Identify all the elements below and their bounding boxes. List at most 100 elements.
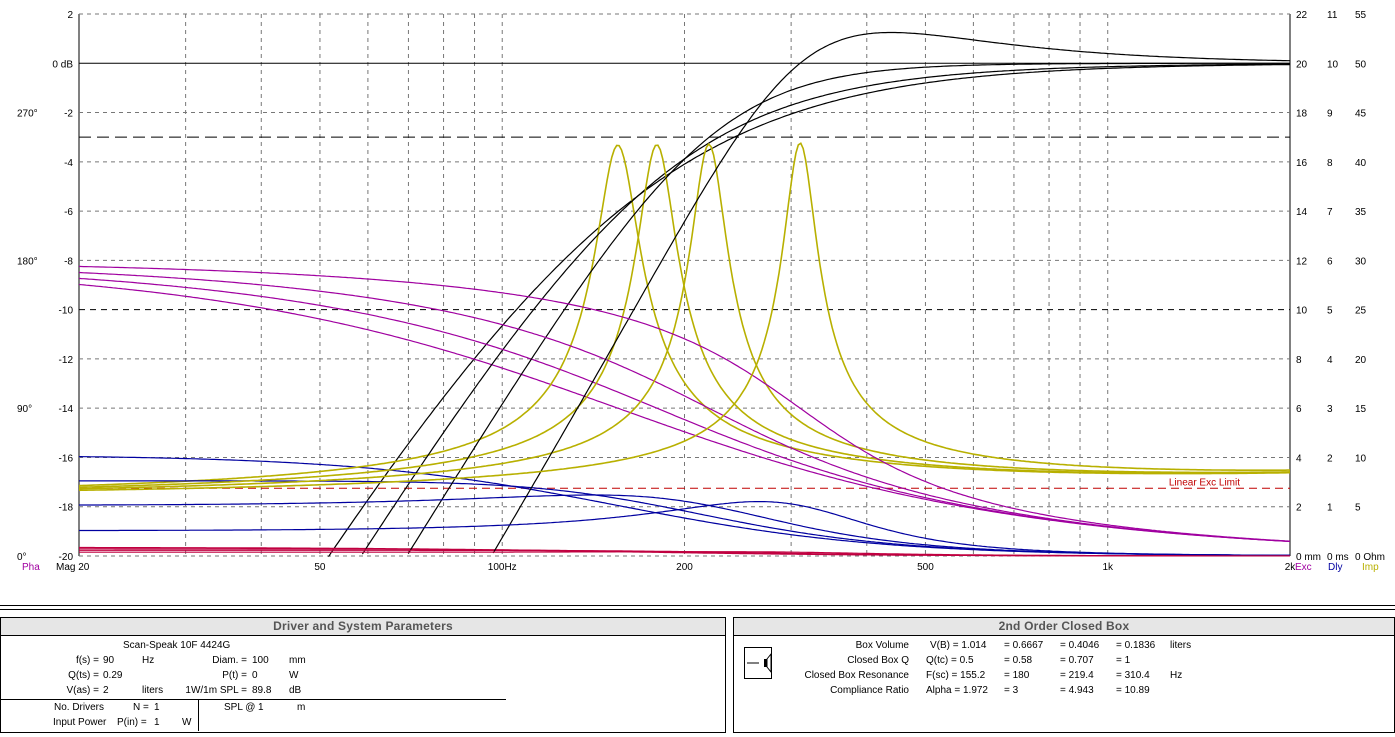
impedance-tick-label: 55 <box>1355 10 1367 21</box>
y-tick-label: -4 <box>64 158 73 169</box>
fs-label: f(s) = <box>75 655 99 666</box>
pt-unit: W <box>289 670 299 681</box>
qtc-value-4[interactable]: = 1 <box>1116 655 1130 667</box>
x-tick-label: 200 <box>676 562 693 573</box>
x-tick-label: 100Hz <box>488 562 517 573</box>
qtc-value-1[interactable]: Q(tc) = 0.5 <box>926 655 974 667</box>
qtc-label: Closed Box Q <box>847 655 909 666</box>
power-value[interactable]: 1 <box>154 717 160 729</box>
fsc-value-4[interactable]: = 310.4 <box>1116 670 1150 682</box>
spl-value[interactable]: 89.8 <box>252 685 271 697</box>
fs-unit: Hz <box>142 655 155 666</box>
pt-value[interactable]: 0 <box>252 670 258 682</box>
excursion-tick-label: 4 <box>1296 453 1302 464</box>
divider <box>0 605 1395 606</box>
fsc-value-2[interactable]: = 180 <box>1004 670 1029 682</box>
ndrivers-sym: N = <box>133 702 149 713</box>
qts-label: Q(ts) = <box>68 670 99 681</box>
impedance-tick-label: 25 <box>1355 306 1367 317</box>
panel-title: 2nd Order Closed Box <box>734 618 1394 636</box>
vb-unit: liters <box>1170 640 1192 651</box>
delay-tick-label: 2 <box>1327 453 1333 464</box>
impedance-tick-label: 50 <box>1355 59 1367 70</box>
pha-label: Pha <box>22 562 40 573</box>
panel-title: Driver and System Parameters <box>1 618 725 636</box>
diam-label: Diam. = <box>212 655 247 666</box>
impedance-curve-2 <box>79 144 1291 488</box>
impedance-tick-label: 15 <box>1355 404 1367 415</box>
excursion-tick-label: 14 <box>1296 207 1308 218</box>
impedance-curve-3 <box>79 142 1291 490</box>
power-unit: W <box>182 717 192 728</box>
y-tick-label: -14 <box>59 404 74 415</box>
qtc-value-3[interactable]: = 0.707 <box>1060 655 1094 667</box>
ndrivers-label: No. Drivers <box>54 702 105 713</box>
alpha-value-2[interactable]: = 3 <box>1004 685 1018 697</box>
vas-label: V(as) = <box>66 685 99 696</box>
fsc-value-1[interactable]: F(sc) = 155.2 <box>926 670 985 682</box>
vb-value-4[interactable]: = 0.1836 <box>1116 640 1155 652</box>
excursion-tick-label: 8 <box>1296 355 1302 366</box>
excursion-tick-label: 16 <box>1296 158 1308 169</box>
delay-tick-label: 10 <box>1327 59 1339 70</box>
response-chart: 20 dB-2-4-6-8-10-12-14-16-18-20270°180°9… <box>17 10 1385 573</box>
delay-tick-label: 5 <box>1327 306 1333 317</box>
qtc-value-2[interactable]: = 0.58 <box>1004 655 1032 667</box>
vb-value-3[interactable]: = 0.4046 <box>1060 640 1099 652</box>
delay-tick-label: 4 <box>1327 355 1333 366</box>
vb-label: Box Volume <box>855 640 909 651</box>
excursion-tick-label: 22 <box>1296 10 1308 21</box>
section-divider <box>198 699 199 731</box>
alpha-label: Compliance Ratio <box>830 685 909 696</box>
qts-value[interactable]: 0.29 <box>103 670 122 682</box>
power-sym: P(in) = <box>117 717 147 728</box>
impedance-tick-label: 10 <box>1355 453 1367 464</box>
vb-value-1[interactable]: V(B) = 1.014 <box>930 640 986 652</box>
speaker-box-icon <box>744 647 772 679</box>
y-tick-label: -18 <box>59 503 74 514</box>
driver-parameters-panel: Driver and System Parameters Scan-Speak … <box>0 617 726 733</box>
excursion-tick-label: 12 <box>1296 256 1308 267</box>
fsc-value-3[interactable]: = 219.4 <box>1060 670 1094 682</box>
fsc-unit: Hz <box>1170 670 1183 681</box>
x-tick-label: 1k <box>1102 562 1114 573</box>
impedance-curve-1 <box>78 144 1290 487</box>
impedance-tick-label: 20 <box>1355 355 1367 366</box>
driver-name[interactable]: Scan-Speak 10F 4424G <box>123 640 230 652</box>
magnitude-curve-1 <box>328 63 1290 558</box>
delay-tick-label: 11 <box>1327 10 1338 21</box>
vas-unit: liters <box>142 685 164 696</box>
y-tick-label: -6 <box>64 207 73 218</box>
imp-label: Imp <box>1362 562 1379 573</box>
y-tick-label: -2 <box>64 109 73 120</box>
closed-box-panel: 2nd Order Closed Box Box Volume V(B) = 1… <box>733 617 1395 733</box>
alpha-value-1[interactable]: Alpha = 1.972 <box>926 685 988 697</box>
delay-tick-label: 9 <box>1327 109 1333 120</box>
spl-unit: dB <box>289 685 302 696</box>
delay-tick-label: 7 <box>1327 207 1333 218</box>
excursion-tick-label: 10 <box>1296 306 1308 317</box>
impedance-tick-label: 35 <box>1355 207 1367 218</box>
pt-label: P(t) = <box>222 670 247 681</box>
diam-value[interactable]: 100 <box>252 655 269 667</box>
fs-value[interactable]: 90 <box>103 655 114 667</box>
y-tick-label: -12 <box>59 355 74 366</box>
phase-tick-label: 180° <box>17 256 38 267</box>
impedance-tick-label: 30 <box>1355 256 1367 267</box>
excursion-tick-label: 18 <box>1296 109 1308 120</box>
splat-unit: m <box>297 702 306 713</box>
x-tick-label: 500 <box>917 562 934 573</box>
ndrivers-value[interactable]: 1 <box>154 702 160 714</box>
y-tick-label: -10 <box>59 306 74 317</box>
y-tick-label: 0 dB <box>52 59 73 70</box>
alpha-value-3[interactable]: = 4.943 <box>1060 685 1094 697</box>
delay-tick-label: 3 <box>1327 404 1333 415</box>
vb-value-2[interactable]: = 0.6667 <box>1004 640 1043 652</box>
splat-value[interactable]: 1 <box>258 702 264 714</box>
phase-tick-label: 270° <box>17 109 38 120</box>
impedance-tick-label: 40 <box>1355 158 1367 169</box>
power-label: Input Power <box>53 717 107 728</box>
alpha-value-4[interactable]: = 10.89 <box>1116 685 1150 697</box>
vas-value[interactable]: 2 <box>103 685 109 697</box>
impedance-tick-label: 5 <box>1355 503 1361 514</box>
